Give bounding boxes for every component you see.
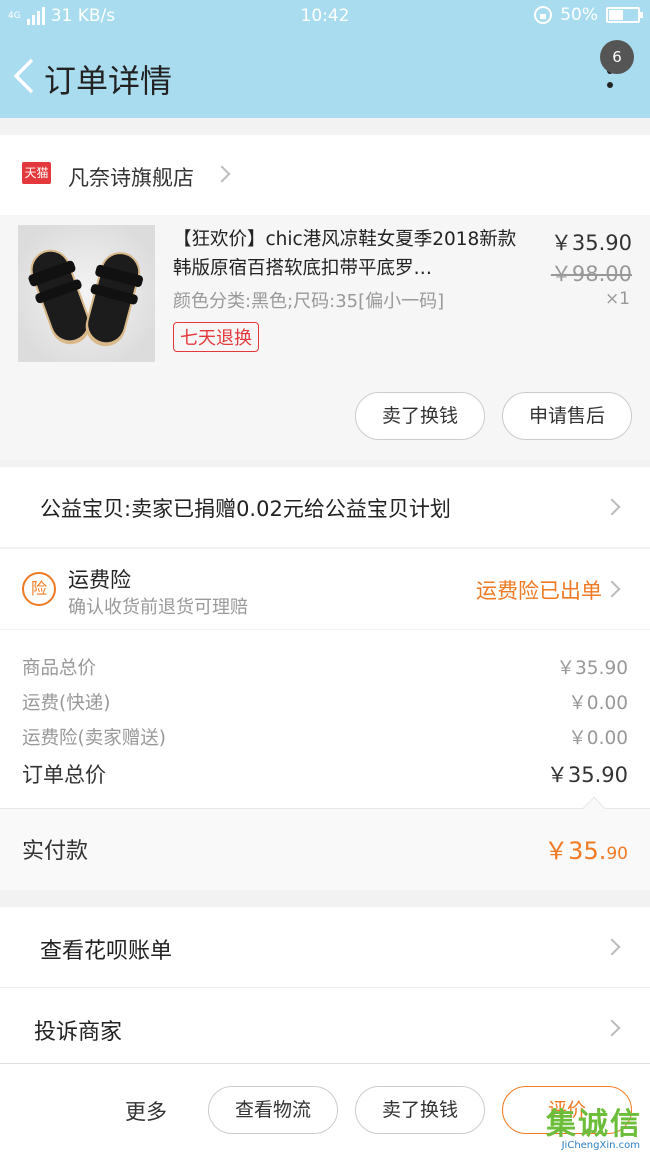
insurance-subtitle: 确认收货前退货可理赔 xyxy=(68,597,248,618)
insurance-title: 运费险 xyxy=(68,568,131,592)
watermark: 集诚信 JiChengXin.com xyxy=(532,1099,644,1151)
insurance-icon: 险 xyxy=(22,572,56,606)
charity-row[interactable]: 公益宝贝:卖家已捐赠0.02元给公益宝贝计划 xyxy=(0,467,650,547)
chevron-right-icon xyxy=(213,165,231,183)
watermark-url: JiChengXin.com xyxy=(561,1140,640,1151)
shop-row[interactable]: 天猫 凡奈诗旗舰店 xyxy=(0,135,650,215)
nav-header: 订单详情 6 xyxy=(0,32,650,118)
summary-value: ￥35.90 xyxy=(556,658,628,679)
after-sales-button[interactable]: 申请售后 xyxy=(502,392,632,440)
summary-value: ￥0.00 xyxy=(568,728,628,749)
watermark-logo: 集诚信 xyxy=(546,1107,642,1142)
product-quantity: ×1 xyxy=(604,289,630,309)
order-total-value: ￥35.90 xyxy=(546,763,628,787)
shipping-insurance-row[interactable]: 险 运费险 确认收货前退货可理赔 运费险已出单 xyxy=(0,549,650,629)
top-bar: 4G 31 KB/s 10:42 50% 订单详情 6 xyxy=(0,0,650,118)
summary-row: 商品总价 ￥35.90 xyxy=(22,654,628,680)
order-total-label: 订单总价 xyxy=(22,763,106,787)
charity-text: 公益宝贝:卖家已捐赠0.02元给公益宝贝计划 xyxy=(40,497,451,521)
chevron-right-icon xyxy=(603,498,621,516)
battery-icon xyxy=(606,7,643,23)
huabei-bill-row[interactable]: 查看花呗账单 xyxy=(0,907,650,987)
product-title[interactable]: 【狂欢价】chic港风凉鞋女夏季2018新款韩版原宿百搭软底扣带平底罗… xyxy=(173,225,525,283)
status-bar: 4G 31 KB/s 10:42 50% xyxy=(0,0,650,32)
product-item[interactable]: 【狂欢价】chic港风凉鞋女夏季2018新款韩版原宿百搭软底扣带平底罗… 颜色分… xyxy=(0,215,650,460)
summary-row: 运费(快递) ￥0.00 xyxy=(22,689,628,715)
paid-label: 实付款 xyxy=(22,839,89,864)
complain-seller-text: 投诉商家 xyxy=(34,1020,123,1045)
more-button[interactable]: 更多 xyxy=(125,1096,167,1126)
return-policy-tag: 七天退换 xyxy=(173,322,259,352)
summary-value: ￥0.00 xyxy=(568,693,628,714)
rotation-lock-icon xyxy=(534,6,553,24)
summary-label: 运费险(卖家赠送) xyxy=(22,728,166,749)
summary-label: 商品总价 xyxy=(22,658,97,679)
complain-seller-row[interactable]: 投诉商家 xyxy=(0,987,650,1067)
huabei-bill-text: 查看花呗账单 xyxy=(40,939,173,964)
paid-value-main: ￥35. xyxy=(544,837,607,865)
summary-label: 运费(快递) xyxy=(22,693,111,714)
bottom-action-bar: 更多 查看物流 卖了换钱 评价 集诚信 JiChengXin.com xyxy=(0,1063,650,1155)
product-thumbnail[interactable] xyxy=(18,225,155,362)
resell-button[interactable]: 卖了换钱 xyxy=(355,392,485,440)
chevron-right-icon xyxy=(603,1019,621,1037)
price-summary: 商品总价 ￥35.90 运费(快递) ￥0.00 运费险(卖家赠送) ￥0.00… xyxy=(0,630,650,808)
summary-row: 运费险(卖家赠送) ￥0.00 xyxy=(22,724,628,750)
paid-amount-row: 实付款 ￥35.90 xyxy=(0,796,650,890)
message-count-badge[interactable]: 6 xyxy=(600,40,634,74)
product-spec: 颜色分类:黑色;尺码:35[偏小一码] xyxy=(173,291,445,312)
chevron-right-icon xyxy=(603,938,621,956)
battery-percent: 50% xyxy=(560,5,598,25)
chevron-right-icon xyxy=(603,580,621,598)
shop-name: 凡奈诗旗舰店 xyxy=(68,166,194,190)
original-price: ￥98.00 xyxy=(550,262,632,286)
product-price: ￥35.90 xyxy=(550,231,632,255)
view-logistics-button[interactable]: 查看物流 xyxy=(208,1086,338,1134)
sandal-image xyxy=(28,249,143,347)
paid-value-cents: 90 xyxy=(606,844,628,864)
resell-button[interactable]: 卖了换钱 xyxy=(355,1086,485,1134)
page-title: 订单详情 xyxy=(44,62,173,100)
back-arrow-icon[interactable] xyxy=(12,58,36,94)
order-total-row: 订单总价 ￥35.90 xyxy=(22,759,628,789)
tmall-icon: 天猫 xyxy=(22,162,51,184)
paid-value: ￥35.90 xyxy=(544,831,628,866)
insurance-status: 运费险已出单 xyxy=(476,579,602,603)
